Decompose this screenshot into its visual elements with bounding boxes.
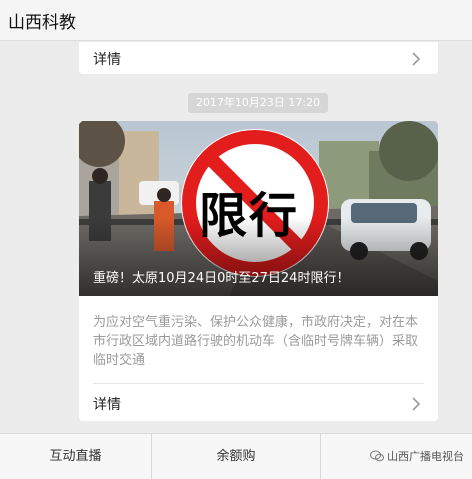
previous-detail-label: 详情 (93, 52, 121, 68)
top-bar: 山西科教 (0, 0, 472, 41)
message-timestamp: 2017年10月23日 17:20 (188, 93, 328, 113)
sign-text: 限行 (199, 188, 300, 244)
previous-article-card[interactable]: 详情 (79, 42, 438, 74)
menu-item-live[interactable]: 互动直播 (0, 434, 152, 479)
watermark: 山西广播电视台 (370, 448, 464, 464)
article-hero-image[interactable]: 限行 重磅！太原10月24日0时至27日24时限行！ (79, 121, 438, 296)
article-detail-row[interactable]: 详情 (79, 389, 438, 419)
previous-detail-row[interactable]: 详情 (79, 44, 438, 74)
article-summary: 为应对空气重污染、保护公众健康，市政府决定，对在本市行政区域内道路行驶的机动车（… (93, 315, 419, 368)
chevron-right-icon (412, 52, 421, 66)
article-card[interactable]: 限行 重磅！太原10月24日0时至27日24时限行！ 为应对空气重污染、保护公众… (79, 121, 438, 421)
account-title: 山西科教 (8, 13, 76, 33)
divider (93, 383, 424, 384)
menu-item-balance-buy[interactable]: 余额购 (152, 434, 321, 479)
wechat-logo-icon (370, 450, 384, 462)
watermark-text: 山西广播电视台 (387, 450, 464, 463)
article-headline: 重磅！太原10月24日0时至27日24时限行！ (93, 271, 350, 286)
article-detail-label: 详情 (93, 397, 121, 413)
bottom-menu-bar: 互动直播 余额购 山西广播电视台 (0, 433, 472, 479)
chevron-right-icon (412, 397, 421, 411)
